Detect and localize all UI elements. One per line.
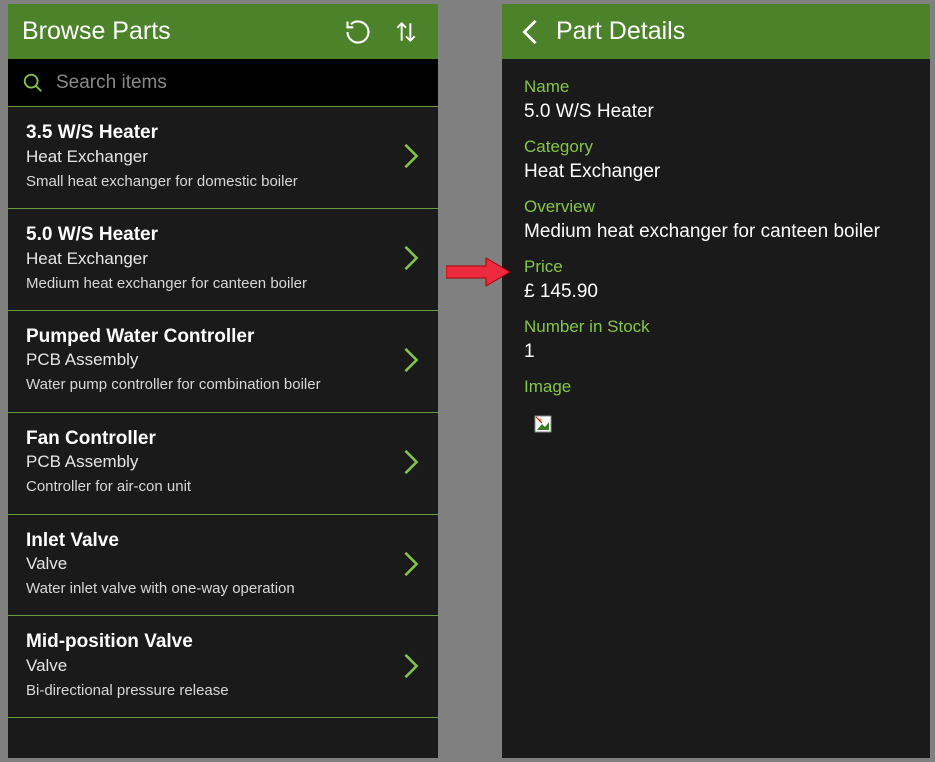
item-desc: Medium heat exchanger for canteen boiler — [26, 274, 392, 294]
item-name: Mid-position Valve — [26, 630, 392, 655]
label-category: Category — [524, 137, 908, 157]
item-category: PCB Assembly — [26, 349, 392, 372]
details-panel: Part Details Name 5.0 W/S Heater Categor… — [502, 4, 930, 758]
value-price: £ 145.90 — [524, 281, 908, 303]
details-body: Name 5.0 W/S Heater Category Heat Exchan… — [502, 59, 930, 456]
parts-list: 3.5 W/S Heater Heat Exchanger Small heat… — [8, 107, 438, 758]
chevron-left-icon — [520, 18, 540, 46]
item-category: Valve — [26, 553, 392, 576]
browse-appbar: Browse Parts — [8, 4, 438, 59]
item-name: 5.0 W/S Heater — [26, 223, 392, 248]
value-category: Heat Exchanger — [524, 161, 908, 183]
list-item[interactable]: Inlet Valve Valve Water inlet valve with… — [8, 515, 438, 617]
chevron-right-icon — [402, 652, 420, 680]
list-item[interactable]: Fan Controller PCB Assembly Controller f… — [8, 413, 438, 515]
item-category: Heat Exchanger — [26, 248, 392, 271]
value-overview: Medium heat exchanger for canteen boiler — [524, 221, 908, 243]
label-name: Name — [524, 77, 908, 97]
label-overview: Overview — [524, 197, 908, 217]
chevron-right-icon — [402, 244, 420, 272]
list-item[interactable]: 3.5 W/S Heater Heat Exchanger Small heat… — [8, 107, 438, 209]
refresh-icon — [344, 18, 372, 46]
broken-image-icon — [534, 415, 552, 438]
item-desc: Bi-directional pressure release — [26, 681, 392, 701]
item-desc: Small heat exchanger for domestic boiler — [26, 172, 392, 192]
sort-button[interactable] — [388, 14, 424, 50]
annotation-arrow-icon — [446, 254, 512, 290]
back-button[interactable] — [516, 14, 544, 50]
search-icon — [22, 72, 44, 94]
chevron-right-icon — [402, 142, 420, 170]
item-category: Valve — [26, 655, 392, 678]
chevron-right-icon — [402, 448, 420, 476]
list-item[interactable]: Pumped Water Controller PCB Assembly Wat… — [8, 311, 438, 413]
item-category: PCB Assembly — [26, 451, 392, 474]
browse-title: Browse Parts — [22, 17, 328, 46]
item-name: Pumped Water Controller — [26, 325, 392, 350]
search-bar[interactable] — [8, 59, 438, 107]
item-name: 3.5 W/S Heater — [26, 121, 392, 146]
item-name: Fan Controller — [26, 427, 392, 452]
value-name: 5.0 W/S Heater — [524, 101, 908, 123]
refresh-button[interactable] — [340, 14, 376, 50]
search-input[interactable] — [56, 72, 424, 94]
item-desc: Water pump controller for combination bo… — [26, 375, 392, 395]
chevron-right-icon — [402, 346, 420, 374]
item-category: Heat Exchanger — [26, 146, 392, 169]
label-price: Price — [524, 257, 908, 277]
sort-icon — [393, 19, 419, 45]
label-stock: Number in Stock — [524, 317, 908, 337]
details-appbar: Part Details — [502, 4, 930, 59]
browse-panel: Browse Parts 3.5 W/S Heater Heat Exchang… — [8, 4, 438, 758]
item-name: Inlet Valve — [26, 529, 392, 554]
details-title: Part Details — [556, 17, 916, 46]
value-stock: 1 — [524, 341, 908, 363]
list-item[interactable]: Mid-position Valve Valve Bi-directional … — [8, 616, 438, 718]
item-desc: Controller for air-con unit — [26, 477, 392, 497]
item-desc: Water inlet valve with one-way operation — [26, 579, 392, 599]
label-image: Image — [524, 377, 908, 397]
list-item[interactable]: 5.0 W/S Heater Heat Exchanger Medium hea… — [8, 209, 438, 311]
chevron-right-icon — [402, 550, 420, 578]
